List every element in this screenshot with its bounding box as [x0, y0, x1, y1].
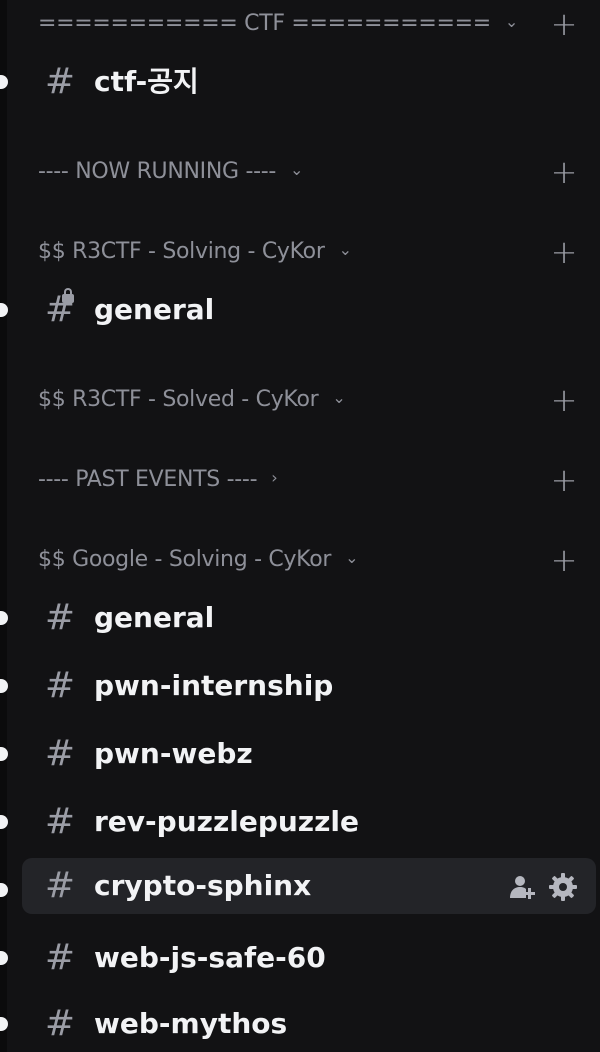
hash-icon: # [44, 865, 76, 906]
channel-ctf-notice[interactable]: # ctf-공지 [0, 54, 600, 110]
hash-icon: # [44, 1003, 76, 1044]
add-channel-button[interactable]: + [550, 384, 578, 416]
category-google-solving[interactable]: $$ Google - Solving - CyKor ⌄ + [0, 544, 600, 576]
unread-indicator [0, 75, 8, 89]
category-label: $$ Google - Solving - CyKor ⌄ [38, 544, 359, 576]
channel-pwn-internship[interactable]: # pwn-internship [0, 658, 600, 714]
unread-indicator [0, 611, 8, 625]
channel-web-js-safe-60[interactable]: # web-js-safe-60 [0, 930, 600, 986]
category-r3ctf-solved[interactable]: $$ R3CTF - Solved - CyKor ⌄ + [0, 384, 600, 416]
hash-icon: # [44, 61, 76, 102]
hash-icon: # [44, 801, 76, 842]
add-channel-button[interactable]: + [550, 236, 578, 268]
hash-icon: # [44, 665, 76, 706]
category-now-running[interactable]: ---- NOW RUNNING ---- ⌄ + [0, 156, 600, 188]
add-channel-button[interactable]: + [550, 8, 578, 40]
channel-general-locked[interactable]: # general [0, 282, 600, 338]
add-channel-button[interactable]: + [550, 464, 578, 496]
chevron-down-icon: ⌄ [290, 160, 304, 179]
chevron-down-icon: ⌄ [345, 548, 359, 567]
category-r3ctf-solving[interactable]: $$ R3CTF - Solving - CyKor ⌄ + [0, 236, 600, 268]
add-channel-button[interactable]: + [550, 544, 578, 576]
category-past-events[interactable]: ---- PAST EVENTS ---- › + [0, 464, 600, 496]
channel-rev-puzzlepuzzle[interactable]: # rev-puzzlepuzzle [0, 794, 600, 850]
chevron-down-icon: ⌄ [332, 388, 346, 407]
add-channel-button[interactable]: + [550, 156, 578, 188]
category-label: $$ R3CTF - Solving - CyKor ⌄ [38, 236, 352, 268]
gear-icon[interactable] [548, 872, 578, 902]
hash-icon: # [44, 937, 76, 978]
channel-name: pwn-internship [94, 669, 334, 702]
unread-indicator [0, 815, 8, 829]
channel-crypto-sphinx[interactable]: # crypto-sphinx [22, 858, 596, 914]
channel-name: web-js-safe-60 [94, 941, 326, 974]
unread-indicator [0, 679, 8, 693]
channel-name: crypto-sphinx [94, 869, 312, 902]
channel-general[interactable]: # general [0, 590, 600, 646]
unread-indicator [0, 1017, 8, 1031]
channel-name: rev-puzzlepuzzle [94, 805, 359, 838]
channel-web-mythos[interactable]: # web-mythos [0, 996, 600, 1052]
channel-name: ctf-공지 [94, 65, 199, 98]
unread-indicator [0, 303, 8, 317]
lock-icon [62, 288, 74, 303]
category-label: ---- NOW RUNNING ---- ⌄ [38, 156, 303, 188]
channel-name: web-mythos [94, 1007, 288, 1040]
chevron-down-icon: ⌄ [504, 12, 518, 31]
channel-pwn-webz[interactable]: # pwn-webz [0, 726, 600, 782]
category-label: =========== CTF =========== ⌄ [38, 8, 518, 40]
category-ctf[interactable]: =========== CTF =========== ⌄ + [0, 8, 600, 40]
hash-icon: # [44, 733, 76, 774]
unread-indicator [0, 747, 8, 761]
channel-name: pwn-webz [94, 737, 253, 770]
chevron-down-icon: ⌄ [338, 240, 352, 259]
add-member-icon[interactable] [508, 872, 538, 902]
category-label: ---- PAST EVENTS ---- › [38, 464, 278, 496]
channel-name: general [94, 293, 215, 326]
unread-indicator [0, 951, 8, 965]
chevron-right-icon: › [271, 468, 278, 487]
hash-icon: # [44, 289, 76, 330]
category-label: $$ R3CTF - Solved - CyKor ⌄ [38, 384, 346, 416]
channel-name: general [94, 601, 215, 634]
hash-icon: # [44, 597, 76, 638]
